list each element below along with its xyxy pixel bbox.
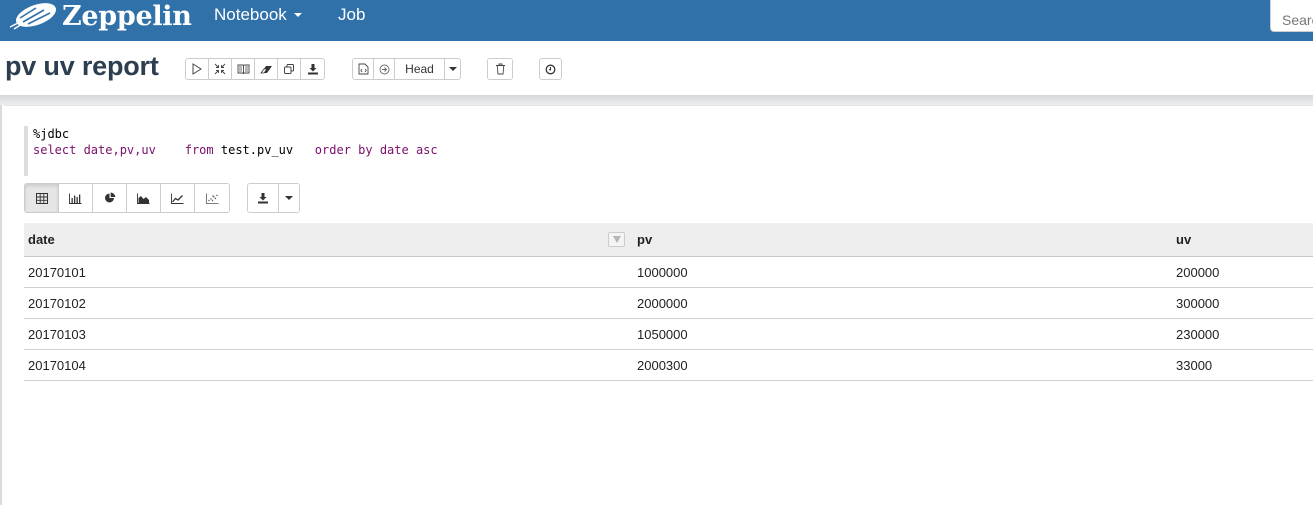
collapse-icon [214, 63, 226, 75]
column-header-label: date [28, 232, 55, 247]
nav-notebook-label: Notebook [214, 5, 287, 24]
schedule-toolbar [539, 58, 562, 80]
run-all-button[interactable] [186, 59, 209, 79]
column-header-label: pv [637, 232, 653, 247]
download-icon [307, 64, 318, 75]
paragraph: %jdbc select date,pv,uv from test.pv_uv … [4, 105, 1313, 505]
nav-job[interactable]: Job [338, 5, 365, 25]
caret-down-icon [448, 67, 457, 71]
set-revision-button[interactable] [374, 59, 395, 79]
export-note-button[interactable] [301, 59, 324, 79]
query-columns: date,pv,uv [76, 143, 185, 157]
cell-date: 20170101 [28, 264, 86, 280]
brand[interactable]: Zeppelin [6, 0, 192, 32]
viz-bar-chart-button[interactable] [59, 184, 93, 212]
line-chart-icon [171, 193, 184, 204]
eraser-icon [259, 66, 272, 74]
cell-pv: 2000300 [637, 357, 688, 373]
header-divider [0, 95, 1313, 105]
clone-note-button[interactable] [278, 59, 301, 79]
pie-chart-icon [104, 192, 115, 203]
cell-pv: 1000000 [637, 264, 688, 280]
column-header-uv[interactable]: uv [1172, 223, 1313, 256]
table-row: 20170101 1000000 200000 [24, 257, 1313, 288]
trash-icon [495, 63, 505, 75]
nav-job-label: Job [338, 5, 366, 24]
viz-scatter-chart-button[interactable] [195, 184, 229, 212]
delete-toolbar [487, 58, 513, 80]
zeppelin-logo-icon [9, 3, 57, 30]
notebook-header: pv uv report Head [0, 41, 1313, 98]
result-table: date pv uv 20170101 1000000 200000 20170… [24, 223, 1313, 381]
nav-notebook[interactable]: Notebook [214, 5, 302, 25]
note-action-toolbar [185, 58, 325, 80]
table-row: 20170102 2000000 300000 [24, 288, 1313, 319]
revision-select[interactable]: Head [395, 59, 445, 79]
code-line-query: select date,pv,uv from test.pv_uv order … [33, 142, 624, 158]
code-line-interpreter: %jdbc [33, 127, 70, 141]
toggle-output-button[interactable] [232, 59, 255, 79]
scatter-chart-icon [205, 193, 218, 204]
column-header-date[interactable]: date [24, 223, 633, 256]
query-table: test.pv_uv [213, 143, 315, 157]
note-title[interactable]: pv uv report [5, 51, 159, 82]
keyword-select: select [33, 143, 77, 157]
cell-date: 20170102 [28, 295, 86, 311]
cell-pv: 2000000 [637, 295, 688, 311]
play-icon [192, 63, 202, 75]
area-chart-icon [137, 193, 150, 204]
visualization-toolbar [24, 183, 230, 213]
file-code-icon [358, 63, 368, 75]
download-format-dropdown[interactable] [279, 184, 299, 212]
delete-note-button[interactable] [488, 59, 512, 79]
notebook-content: %jdbc select date,pv,uv from test.pv_uv … [0, 105, 1313, 505]
sort-down-icon [612, 236, 621, 243]
column-menu-button[interactable] [608, 232, 625, 247]
commit-button[interactable] [353, 59, 374, 79]
download-data-button[interactable] [248, 184, 279, 212]
table-header: date pv uv [24, 223, 1313, 257]
viz-area-chart-button[interactable] [127, 184, 161, 212]
bar-chart-icon [69, 193, 82, 204]
toggle-code-button[interactable] [209, 59, 232, 79]
cell-date: 20170103 [28, 326, 86, 342]
caret-down-icon [285, 196, 293, 200]
chevron-down-icon [293, 13, 302, 17]
code-editor[interactable]: %jdbc select date,pv,uv from test.pv_uv … [24, 126, 624, 176]
schedule-button[interactable] [540, 59, 561, 79]
cell-uv: 33000 [1176, 357, 1213, 373]
version-control-toolbar: Head [352, 58, 461, 80]
column-header-pv[interactable]: pv [633, 223, 1172, 256]
clone-icon [284, 64, 294, 74]
table-icon [35, 192, 48, 204]
cell-date: 20170104 [28, 357, 86, 373]
circle-arrow-icon [379, 64, 389, 74]
keyword-from: from [184, 143, 214, 157]
cell-uv: 230000 [1176, 326, 1220, 342]
viz-table-button[interactable] [25, 184, 59, 212]
keyword-order-by: order by date asc [314, 143, 438, 157]
cell-uv: 200000 [1176, 264, 1220, 280]
viz-pie-chart-button[interactable] [93, 184, 127, 212]
viz-line-chart-button[interactable] [161, 184, 195, 212]
revision-dropdown-button[interactable] [445, 59, 460, 79]
search-input[interactable] [1270, 0, 1313, 32]
navbar: Zeppelin Notebook Job [0, 0, 1313, 41]
table-row: 20170103 1050000 230000 [24, 319, 1313, 350]
clock-icon [545, 64, 556, 74]
download-toolbar [247, 183, 300, 213]
clear-output-button[interactable] [255, 59, 278, 79]
book-icon [237, 64, 249, 75]
cell-uv: 300000 [1176, 295, 1220, 311]
cell-pv: 1050000 [637, 326, 688, 342]
brand-name: Zeppelin [62, 0, 192, 32]
column-header-label: uv [1176, 232, 1192, 247]
download-icon [258, 193, 268, 204]
table-row: 20170104 2000300 33000 [24, 350, 1313, 381]
